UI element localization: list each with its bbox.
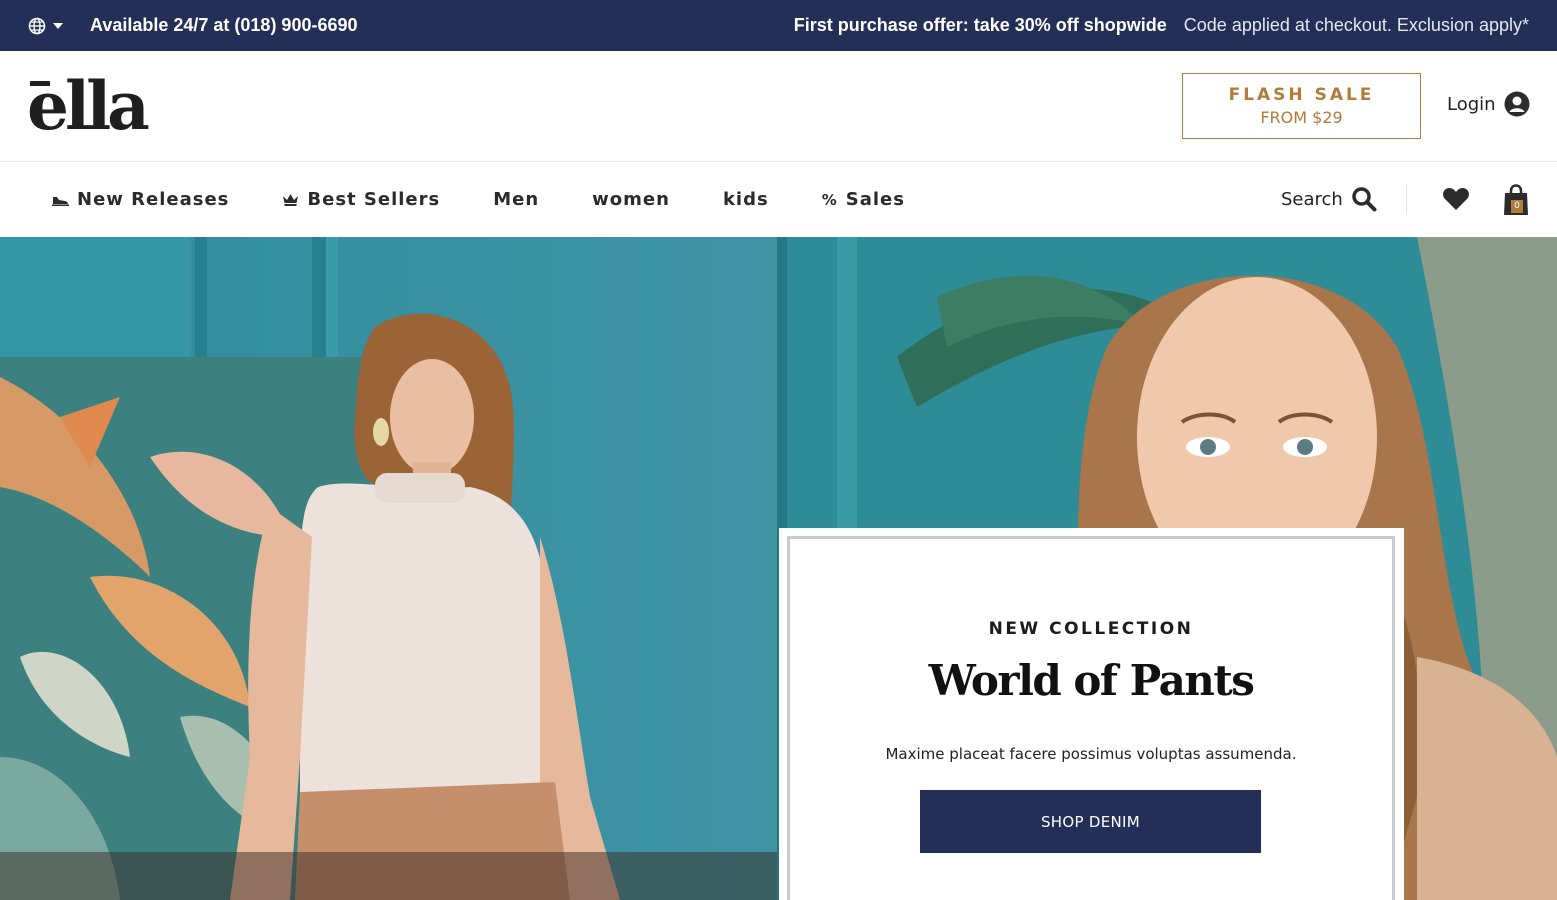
support-phone[interactable]: Available 24/7 at (018) 900-6690 — [90, 15, 358, 36]
nav-item-men[interactable]: Men — [493, 189, 539, 210]
nav-item-best-sellers[interactable]: Best Sellers — [282, 189, 440, 210]
caret-down-icon — [53, 22, 63, 29]
nav-item-new-releases[interactable]: New Releases — [52, 189, 229, 210]
nav-label: Best Sellers — [307, 189, 441, 210]
nav-item-kids[interactable]: kids — [723, 189, 769, 210]
shoe-icon — [52, 196, 69, 206]
nav-label: Sales — [845, 189, 905, 210]
promo-card: NEW COLLECTION World of Pants Maxime pla… — [779, 528, 1404, 900]
nav-label: women — [592, 189, 670, 210]
search-label: Search — [1281, 188, 1343, 210]
promo-description: Maxime placeat facere possimus voluptas … — [885, 745, 1297, 763]
percent-icon: % — [821, 190, 838, 209]
nav-label: Men — [493, 189, 540, 210]
nav-label: New Releases — [77, 189, 230, 210]
promo-title: World of Pants — [928, 656, 1255, 705]
search-icon — [1352, 187, 1377, 212]
flash-sale-banner[interactable]: FLASH SALE FROM $29 — [1182, 73, 1421, 139]
nav-item-women[interactable]: women — [592, 189, 670, 210]
offer-headline: First purchase offer: take 30% off shopw… — [793, 15, 1167, 35]
globe-icon — [28, 17, 46, 34]
flash-sale-title: FLASH SALE — [1228, 85, 1375, 105]
announcement-bar: Available 24/7 at (018) 900-6690 First p… — [0, 0, 1557, 51]
cart-count-badge: 0 — [1511, 200, 1523, 213]
wishlist-button[interactable] — [1442, 186, 1470, 216]
shop-denim-button[interactable]: SHOP DENIM — [920, 790, 1261, 853]
promo-offer: First purchase offer: take 30% off shopw… — [794, 15, 1529, 36]
login-link[interactable]: Login — [1447, 91, 1530, 117]
hero-banner: NEW COLLECTION World of Pants Maxime pla… — [0, 237, 1557, 900]
main-nav: New Releases Best Sellers Men women kids… — [0, 162, 1557, 237]
logo-text: ella — [27, 67, 150, 145]
nav-list: New Releases Best Sellers Men women kids… — [52, 162, 958, 237]
language-selector[interactable] — [28, 17, 64, 35]
account-icon — [1504, 91, 1530, 117]
nav-divider — [1406, 184, 1407, 214]
flash-sale-subtitle: FROM $29 — [1260, 108, 1343, 127]
search-button[interactable]: Search — [1281, 186, 1377, 212]
login-label: Login — [1447, 93, 1496, 115]
promo-kicker: NEW COLLECTION — [988, 619, 1194, 639]
heart-icon — [1443, 188, 1469, 210]
offer-note: Code applied at checkout. Exclusion appl… — [1183, 15, 1529, 35]
logo[interactable]: ella — [27, 67, 150, 145]
site-header: ella FLASH SALE FROM $29 Login — [0, 51, 1557, 162]
hero-image-left — [0, 237, 777, 900]
crown-icon — [283, 194, 299, 206]
nav-item-sales[interactable]: % Sales — [822, 189, 905, 210]
cart-button[interactable]: 0 — [1502, 184, 1530, 216]
logo-macron — [30, 81, 50, 86]
nav-label: kids — [722, 189, 769, 210]
promo-card-border: NEW COLLECTION World of Pants Maxime pla… — [787, 536, 1395, 900]
